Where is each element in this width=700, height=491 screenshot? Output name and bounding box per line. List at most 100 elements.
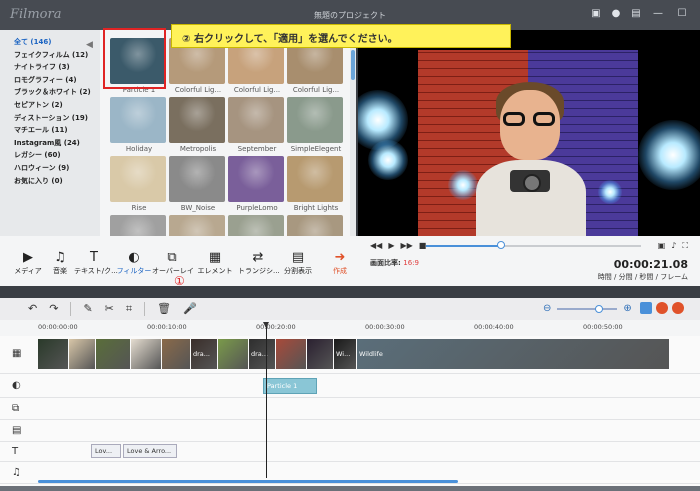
filter-category-item[interactable]: ハロウィーン (9) <box>0 162 100 175</box>
toolbar-transition-button[interactable]: ⇄ トランジシ... <box>238 250 280 276</box>
filter-category-item[interactable]: 全て (146) <box>0 36 100 49</box>
toolbar-filter-button[interactable]: ◐ フィルター <box>114 250 154 276</box>
playback-progress-knob[interactable] <box>497 241 506 249</box>
filter-icon: ◐ <box>128 250 140 265</box>
filter-thumbnail[interactable]: SimpleElegent <box>287 97 345 155</box>
video-preview <box>358 30 700 236</box>
toolbar-button-label: フィルター <box>116 267 152 275</box>
toolbar-element-button[interactable]: ▦ エレメント <box>195 250 235 276</box>
video-clip[interactable] <box>69 339 95 369</box>
text-clip-label: Lov... <box>95 447 113 455</box>
timeline-playhead[interactable] <box>263 322 269 478</box>
video-clip[interactable]: dra... <box>191 339 217 369</box>
video-clip[interactable] <box>38 339 68 369</box>
video-clip-label: Wildlife <box>359 350 383 358</box>
video-clip[interactable]: Wi... <box>334 339 356 369</box>
filter-thumbnail[interactable] <box>169 215 227 236</box>
ruler-tick-label: 00:00:00:00 <box>38 323 78 331</box>
filter-category-item[interactable]: ナイトライフ (3) <box>0 61 100 74</box>
filter-thumbnail[interactable]: September <box>228 97 286 155</box>
video-clip[interactable] <box>131 339 161 369</box>
filter-thumbnail[interactable]: Bright Lights <box>287 156 345 214</box>
timeline-horizontal-scrollbar[interactable] <box>38 480 458 483</box>
volume-icon[interactable]: ♪ <box>671 241 676 251</box>
playback-progress[interactable] <box>426 241 641 249</box>
zoom-slider-knob[interactable] <box>595 304 604 313</box>
filter-thumbnail-caption: Colorful Lig... <box>292 86 340 94</box>
ruler-tick-label: 00:00:10:00 <box>147 323 187 331</box>
video-clip[interactable] <box>276 339 306 369</box>
split-screen-icon: ▤ <box>291 250 305 265</box>
filter-thumbnail[interactable] <box>287 215 345 236</box>
account-icon[interactable]: ● <box>610 8 622 20</box>
play-icon[interactable]: ▶ <box>388 241 394 250</box>
collapse-arrow-icon[interactable]: ◀ <box>86 40 93 50</box>
record-icon[interactable] <box>656 302 668 314</box>
marker-icon[interactable] <box>640 302 652 314</box>
library-scrollbar[interactable] <box>350 30 356 236</box>
filter-clip[interactable]: Particle 1 <box>263 378 317 394</box>
crop-icon[interactable]: ⌗ <box>126 302 132 316</box>
particle-sparkle <box>448 170 478 200</box>
zoom-in-icon[interactable]: ⊕ <box>623 303 631 314</box>
timeline-ruler[interactable]: 00:00:00:00 00:00:10:00 00:00:20:00 00:00:3… <box>0 320 700 336</box>
delete-icon[interactable]: 🗑 <box>157 302 171 316</box>
filter-thumbnail[interactable]: PurpleLomo <box>228 156 286 214</box>
filter-thumbnail-image <box>169 97 225 143</box>
filter-thumbnail[interactable] <box>110 215 168 236</box>
filter-category-item[interactable]: セピアトン (2) <box>0 99 100 112</box>
filter-category-item[interactable]: フェイクフィルム (12) <box>0 49 100 62</box>
maximize-icon[interactable]: ☐ <box>674 8 690 20</box>
toolbar-overlay-button[interactable]: ⧉ オーバーレイ <box>152 250 194 276</box>
scrollbar-thumb[interactable] <box>351 50 355 80</box>
text-clip[interactable]: Lov... <box>91 444 121 458</box>
aspect-ratio-value[interactable]: 16:9 <box>403 259 419 267</box>
redo-icon[interactable]: ↷ <box>49 302 58 316</box>
rewind-icon[interactable]: ◀◀ <box>370 241 382 250</box>
forward-icon[interactable]: ▶▶ <box>400 241 412 250</box>
filter-thumbnail[interactable]: BW_Noise <box>169 156 227 214</box>
zoom-out-icon[interactable]: ⊖ <box>543 303 551 314</box>
feedback-icon[interactable]: ▤ <box>630 8 642 20</box>
filter-category-item[interactable]: マチエール (11) <box>0 124 100 137</box>
filter-category-list: ◀ 全て (146) フェイクフィルム (12) ナイトライフ (3) ロモグラフィー… <box>0 30 100 236</box>
filter-thumbnail[interactable]: Holiday <box>110 97 168 155</box>
filter-category-item[interactable]: ディストーション (19) <box>0 112 100 125</box>
filter-category-item[interactable]: ブラック＆ホワイト (2) <box>0 86 100 99</box>
video-clip[interactable] <box>96 339 130 369</box>
toolbar-export-button[interactable]: ➜ 作成 <box>320 250 360 276</box>
video-clip[interactable]: dra... <box>249 339 275 369</box>
toolbar-button-label: トランジシ... <box>238 267 280 275</box>
filter-thumbnail-image <box>287 215 343 236</box>
filter-thumbnail-image <box>169 215 225 236</box>
step-1-marker: ① <box>174 274 185 288</box>
video-clip[interactable]: Wildlife <box>357 339 669 369</box>
undo-icon[interactable]: ↶ <box>28 302 37 316</box>
filter-thumbnail[interactable]: Metropolis <box>169 97 227 155</box>
filter-thumbnail[interactable]: Rise <box>110 156 168 214</box>
filter-thumbnail[interactable] <box>228 215 286 236</box>
filter-thumbnail-image <box>287 156 343 202</box>
filter-category-item[interactable]: Instagram風 (24) <box>0 137 100 150</box>
filter-thumbnail-caption: Bright Lights <box>293 204 339 212</box>
cut-icon[interactable]: ✂ <box>105 302 114 316</box>
video-clip[interactable] <box>307 339 333 369</box>
pen-icon[interactable]: ✎ <box>83 302 92 316</box>
text-clip[interactable]: Love & Arro... <box>123 444 177 458</box>
snapshot-icon[interactable]: ▣ <box>658 241 666 251</box>
export-icon: ➜ <box>334 250 346 265</box>
zoom-slider[interactable] <box>557 304 618 313</box>
video-clip[interactable] <box>218 339 248 369</box>
settings-icon[interactable] <box>672 302 684 314</box>
filter-category-item[interactable]: お気に入り (0) <box>0 175 100 188</box>
minimize-icon[interactable]: — <box>650 8 666 20</box>
filter-category-item[interactable]: ロモグラフィー (4) <box>0 74 100 87</box>
toolbar-separator <box>144 302 146 316</box>
video-clip[interactable] <box>162 339 190 369</box>
toolbar-split-screen-button[interactable]: ▤ 分割表示 <box>278 250 318 276</box>
toolbar-text-button[interactable]: T テキスト/ク... <box>74 250 118 276</box>
mic-icon[interactable]: 🎤 <box>183 302 197 316</box>
filter-category-item[interactable]: レガシー (60) <box>0 149 100 162</box>
save-icon[interactable]: ▣ <box>590 8 602 20</box>
fullscreen-icon[interactable]: ⛶ <box>682 241 688 251</box>
